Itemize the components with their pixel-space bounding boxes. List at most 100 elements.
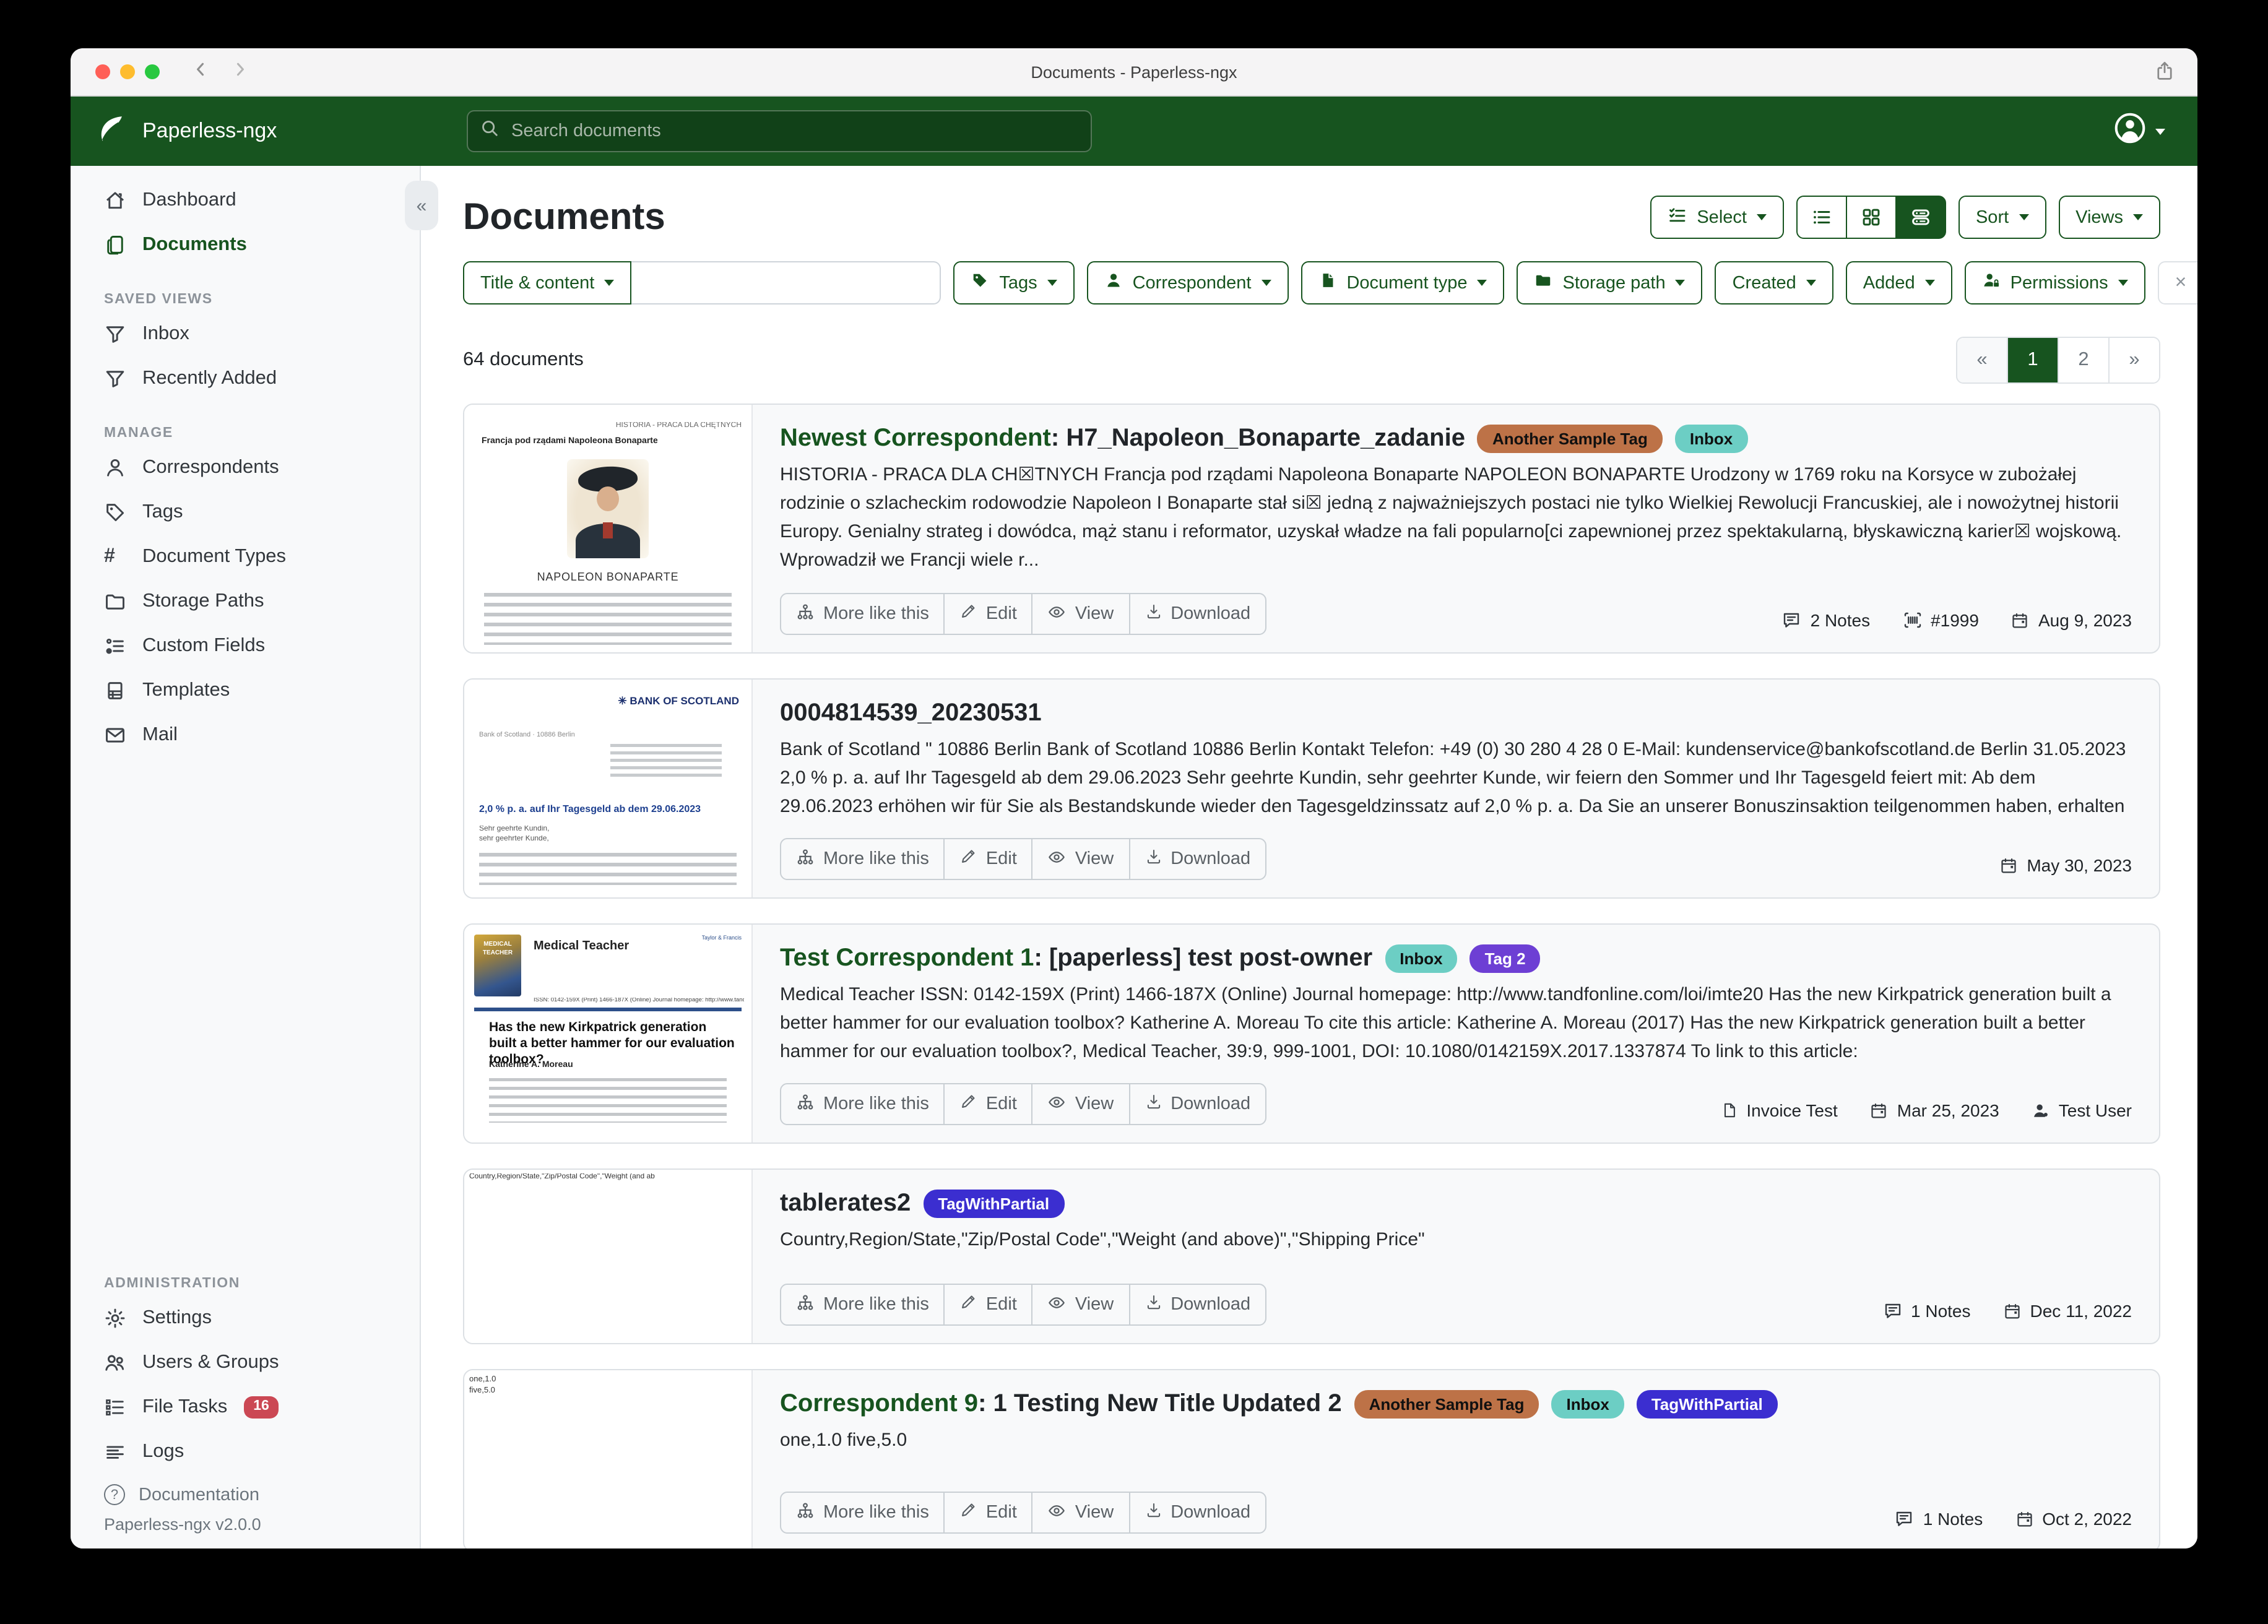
view-toggle-group [1796, 196, 1946, 239]
document-title-link[interactable]: Test Correspondent 1: [paperless] test p… [780, 944, 1372, 973]
sidebar-item-label: Dashboard [142, 189, 236, 212]
view-button[interactable]: View [1032, 593, 1130, 635]
edit-button[interactable]: Edit [944, 1492, 1033, 1534]
zoom-window-button[interactable] [145, 64, 160, 79]
correspondent-link[interactable]: Newest Correspondent [780, 425, 1051, 452]
sidebar-item-documents[interactable]: Documents [71, 223, 420, 267]
sidebar-item-label: Custom Fields [142, 635, 265, 657]
download-button[interactable]: Download [1128, 1083, 1266, 1125]
notes-indicator[interactable]: 1 Notes [1895, 1509, 1983, 1529]
document-thumbnail[interactable]: MEDICAL TEACHER Medical Teacher Taylor &… [464, 925, 753, 1142]
correspondent-filter-button[interactable]: Correspondent [1087, 261, 1289, 304]
select-button[interactable]: Select [1650, 196, 1784, 239]
title-content-dropdown[interactable]: Title & content [463, 261, 631, 304]
sort-button[interactable]: Sort [1959, 196, 2046, 239]
notes-indicator[interactable]: 2 Notes [1782, 610, 1871, 630]
view-grid-button[interactable] [1846, 196, 1897, 239]
sidebar-collapse-button[interactable]: « [405, 181, 438, 230]
pagination-page-2[interactable]: 2 [2058, 338, 2108, 382]
document-type-filter-button[interactable]: Document type [1301, 261, 1504, 304]
document-title-link[interactable]: Newest Correspondent: H7_Napoleon_Bonapa… [780, 425, 1465, 453]
forward-icon[interactable] [232, 60, 249, 84]
sidebar-item-label: File Tasks [142, 1396, 227, 1419]
tag-pill[interactable]: Inbox [1552, 1390, 1624, 1419]
tag-pill[interactable]: TagWithPartial [1637, 1390, 1778, 1419]
document-thumbnail[interactable]: ✳ BANK OF SCOTLAND Bank of Scotland · 10… [464, 680, 753, 897]
view-button[interactable]: View [1032, 1284, 1130, 1326]
tag-pill[interactable]: Another Sample Tag [1354, 1390, 1539, 1419]
download-button[interactable]: Download [1128, 1284, 1266, 1326]
sidebar-item-mail[interactable]: Mail [71, 713, 420, 758]
documentation-link[interactable]: ? Documentation [71, 1474, 420, 1510]
download-button[interactable]: Download [1128, 593, 1266, 635]
sidebar-item-settings[interactable]: Settings [71, 1296, 420, 1341]
view-button[interactable]: View [1032, 838, 1130, 880]
tag-pill[interactable]: Inbox [1385, 944, 1457, 973]
user-menu[interactable] [2113, 111, 2165, 151]
sidebar-item-templates[interactable]: Templates [71, 668, 420, 713]
sidebar-item-logs[interactable]: Logs [71, 1430, 420, 1474]
sidebar-item-document-types[interactable]: # Document Types [71, 535, 420, 579]
pagination-page-1[interactable]: 1 [2007, 338, 2058, 382]
title-content-input[interactable] [631, 261, 941, 304]
back-icon[interactable] [192, 60, 209, 84]
sidebar-item-tags[interactable]: Tags [71, 490, 420, 535]
document-thumbnail[interactable]: one,1.0 five,5.0 [464, 1370, 753, 1548]
reset-filters-button[interactable]: × Reset filters [2158, 261, 2197, 304]
edit-button[interactable]: Edit [944, 838, 1033, 880]
edit-button[interactable]: Edit [944, 1083, 1033, 1125]
more-like-this-button[interactable]: More like this [780, 838, 945, 880]
correspondent-link[interactable]: Correspondent 9 [780, 1390, 978, 1417]
correspondent-link[interactable]: Test Correspondent 1 [780, 944, 1034, 972]
sidebar-item-correspondents[interactable]: Correspondents [71, 446, 420, 490]
sidebar-item-storage-paths[interactable]: Storage Paths [71, 579, 420, 624]
minimize-window-button[interactable] [120, 64, 135, 79]
sidebar-item-file-tasks[interactable]: File Tasks 16 [71, 1385, 420, 1430]
pagination-last[interactable]: » [2108, 338, 2159, 382]
calendar-icon [1870, 1101, 1889, 1120]
download-button[interactable]: Download [1128, 1492, 1266, 1534]
document-thumbnail[interactable]: HISTORIA - PRACA DLA CHĘTNYCH Francja po… [464, 405, 753, 652]
document-title-link[interactable]: 0004814539_20230531 [780, 699, 1042, 728]
thumb-text: ISSN: 0142-159X (Print) 1466-187X (Onlin… [534, 998, 744, 1004]
notes-indicator[interactable]: 1 Notes [1882, 1301, 1971, 1321]
view-button[interactable]: View [1032, 1083, 1130, 1125]
thumb-text: ✳ BANK OF SCOTLAND [618, 694, 739, 708]
sidebar-item-inbox[interactable]: Inbox [71, 312, 420, 356]
sidebar-item-users-groups[interactable]: Users & Groups [71, 1341, 420, 1385]
search-input[interactable] [509, 120, 1078, 142]
brand[interactable]: Paperless-ngx [71, 112, 421, 150]
more-like-this-button[interactable]: More like this [780, 593, 945, 635]
tag-pill[interactable]: Inbox [1675, 425, 1747, 453]
view-large-cards-button[interactable] [1895, 196, 1946, 239]
view-button[interactable]: View [1032, 1492, 1130, 1534]
more-like-this-button[interactable]: More like this [780, 1492, 945, 1534]
added-filter-button[interactable]: Added [1846, 261, 1952, 304]
tag-pill[interactable]: TagWithPartial [923, 1190, 1064, 1218]
edit-button[interactable]: Edit [944, 1284, 1033, 1326]
pagination-first[interactable]: « [1957, 338, 2007, 382]
more-like-this-button[interactable]: More like this [780, 1284, 945, 1326]
permissions-filter-button[interactable]: Permissions [1965, 261, 2145, 304]
tags-filter-button[interactable]: Tags [953, 261, 1074, 304]
sidebar-item-custom-fields[interactable]: Custom Fields [71, 624, 420, 668]
person-lock-icon [1982, 271, 2001, 295]
document-title-link[interactable]: Correspondent 9: 1 Testing New Title Upd… [780, 1390, 1342, 1419]
view-list-button[interactable] [1796, 196, 1847, 239]
views-button[interactable]: Views [2058, 196, 2160, 239]
search-box[interactable] [467, 110, 1092, 152]
storage-path-filter-button[interactable]: Storage path [1517, 261, 1703, 304]
document-thumbnail[interactable]: Country,Region/State,"Zip/Postal Code","… [464, 1170, 753, 1343]
document-card: MEDICAL TEACHER Medical Teacher Taylor &… [463, 923, 2160, 1144]
sidebar-item-recently-added[interactable]: Recently Added [71, 356, 420, 401]
close-window-button[interactable] [95, 64, 110, 79]
created-filter-button[interactable]: Created [1715, 261, 1833, 304]
sidebar-item-dashboard[interactable]: Dashboard [71, 178, 420, 223]
more-like-this-button[interactable]: More like this [780, 1083, 945, 1125]
share-icon[interactable] [2154, 61, 2175, 88]
tag-pill[interactable]: Another Sample Tag [1478, 425, 1663, 453]
edit-button[interactable]: Edit [944, 593, 1033, 635]
download-button[interactable]: Download [1128, 838, 1266, 880]
document-title-link[interactable]: tablerates2 [780, 1190, 911, 1218]
tag-pill[interactable]: Tag 2 [1470, 944, 1541, 973]
